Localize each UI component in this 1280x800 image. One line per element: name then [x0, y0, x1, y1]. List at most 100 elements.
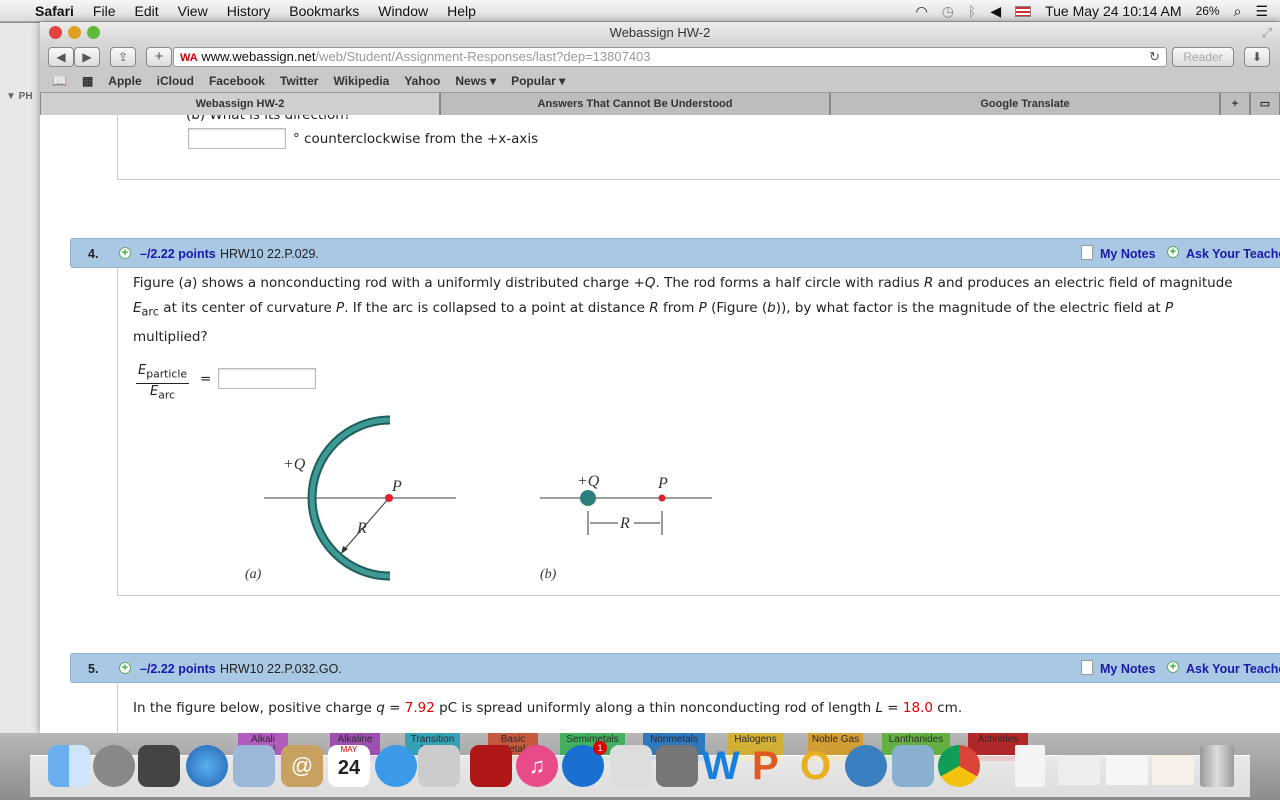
menu-bookmarks[interactable]: Bookmarks [289, 3, 359, 19]
top-sites-icon[interactable]: ▦ [82, 74, 93, 88]
trash-icon[interactable] [1200, 745, 1234, 787]
ask-plus-icon: + [1167, 246, 1179, 258]
notes-icon [1081, 245, 1093, 260]
image-capture-icon[interactable] [610, 745, 652, 787]
bookmark-news[interactable]: News ▾ [455, 74, 496, 88]
background-window-label: ▼ PH [6, 91, 33, 102]
contacts-icon[interactable]: @ [281, 745, 323, 787]
question-points: –/2.22 points [140, 662, 216, 676]
bluetooth-icon[interactable]: ᛒ [968, 3, 976, 19]
reader-button[interactable]: Reader [1172, 47, 1234, 67]
zoom-button[interactable] [87, 26, 100, 39]
clock[interactable]: Tue May 24 10:14 AM [1045, 3, 1181, 19]
tab-webassign[interactable]: Webassign HW-2 [40, 93, 440, 115]
ask-teacher-link[interactable]: Ask Your Teacher [1186, 662, 1280, 676]
bookmark-popular[interactable]: Popular ▾ [511, 74, 565, 88]
bookmark-facebook[interactable]: Facebook [209, 74, 265, 88]
wifi-icon[interactable]: ◠ [915, 3, 927, 20]
bookmark-apple[interactable]: Apple [108, 74, 141, 88]
question-number: 5. [88, 662, 99, 676]
ratio-answer-input[interactable] [218, 368, 316, 389]
app-store-icon[interactable]: 1 [562, 741, 607, 787]
label-r-a: R [356, 520, 367, 537]
toolbar: ◀ ▶ ⇪ + WA www.webassign.net/web/Student… [40, 44, 1280, 70]
downloads-button[interactable]: ⬇ [1244, 47, 1270, 67]
minimized-window-2[interactable] [1106, 755, 1148, 785]
direction-suffix: ° counterclockwise from the +x-axis [293, 131, 539, 147]
menu-help[interactable]: Help [447, 3, 476, 19]
minimized-window-1[interactable] [1058, 755, 1100, 785]
flag-icon[interactable] [1015, 5, 1032, 17]
time-machine-icon[interactable]: ◷ [942, 3, 954, 20]
address-bar[interactable]: WA www.webassign.net/web/Student/Assignm… [173, 47, 1167, 67]
word-icon[interactable]: W [702, 745, 744, 787]
dock: Alkali Metal Alkaline Earth Transition M… [0, 733, 1280, 800]
share-button[interactable]: ⇪ [110, 47, 136, 67]
menu-window[interactable]: Window [378, 3, 428, 19]
facetime-icon[interactable] [418, 745, 460, 787]
battery-percent[interactable]: 26% [1196, 4, 1220, 18]
volume-icon[interactable]: ◀ [990, 3, 1001, 20]
question-number: 4. [88, 247, 99, 261]
title-bar: Webassign HW-2 ⤢ [40, 22, 1280, 44]
reload-icon[interactable]: ↻ [1149, 48, 1160, 66]
label-b: (b) [540, 567, 557, 582]
my-notes-link[interactable]: My Notes [1100, 247, 1156, 261]
label-p-b: P [657, 475, 668, 492]
expand-plus-icon[interactable]: + [119, 662, 131, 674]
fullscreen-icon[interactable]: ⤢ [1262, 22, 1272, 44]
menu-edit[interactable]: Edit [134, 3, 158, 19]
migration-icon[interactable] [845, 745, 887, 787]
notes-icon [1081, 660, 1093, 675]
safari-icon[interactable] [186, 745, 228, 787]
finder-icon[interactable] [48, 745, 90, 787]
bookmark-icloud[interactable]: iCloud [157, 74, 194, 88]
messages-icon[interactable] [375, 745, 417, 787]
mail-icon[interactable] [233, 745, 275, 787]
powerpoint-icon[interactable]: P [752, 745, 794, 787]
chrome-icon[interactable] [938, 745, 980, 787]
itunes-icon[interactable]: ♫ [516, 745, 558, 787]
safari-window: Webassign HW-2 ⤢ ◀ ▶ ⇪ + WA www.webassig… [40, 22, 1280, 733]
system-preferences-icon[interactable] [656, 745, 698, 787]
close-button[interactable] [49, 26, 62, 39]
tab-overview-button[interactable]: ▭ [1250, 93, 1280, 115]
bookmark-yahoo[interactable]: Yahoo [404, 74, 440, 88]
minimized-window-3[interactable] [1152, 755, 1194, 785]
direction-input[interactable] [188, 128, 286, 149]
launchpad-icon[interactable] [93, 745, 135, 787]
iphoto-icon[interactable] [892, 745, 934, 787]
expand-plus-icon[interactable]: + [119, 247, 131, 259]
question-4-figure: +Q P R (a) +Q P R (b) [245, 415, 712, 582]
my-notes-link[interactable]: My Notes [1100, 662, 1156, 676]
menu-file[interactable]: File [93, 3, 116, 19]
notification-center-icon[interactable]: ☰ [1255, 3, 1268, 20]
menu-history[interactable]: History [227, 3, 271, 19]
bookmark-twitter[interactable]: Twitter [280, 74, 318, 88]
photo-booth-icon[interactable] [470, 745, 512, 787]
ask-teacher-link[interactable]: Ask Your Teacher [1186, 247, 1280, 261]
reading-list-icon[interactable]: 📖 [52, 74, 67, 88]
add-tab-button[interactable]: + [1220, 93, 1250, 115]
app-store-badge: 1 [593, 741, 607, 755]
new-tab-button[interactable]: + [146, 47, 172, 67]
point-charge [580, 490, 596, 506]
pdf-document-icon[interactable] [1015, 745, 1045, 787]
tab-google-translate[interactable]: Google Translate [830, 93, 1220, 115]
question-points: –/2.22 points [140, 247, 216, 261]
mission-control-icon[interactable] [138, 745, 180, 787]
bookmark-wikipedia[interactable]: Wikipedia [333, 74, 389, 88]
tab-bar: Webassign HW-2 Answers That Cannot Be Un… [40, 92, 1280, 115]
outlook-icon[interactable]: O [800, 745, 842, 787]
window-title: Webassign HW-2 [609, 25, 711, 40]
menu-view[interactable]: View [178, 3, 208, 19]
tab-answers[interactable]: Answers That Cannot Be Understood [440, 93, 830, 115]
minimize-button[interactable] [68, 26, 81, 39]
equals-sign: = [200, 371, 212, 387]
spotlight-icon[interactable]: ⌕ [1234, 3, 1242, 20]
calendar-icon[interactable]: MAY 24 [328, 745, 370, 787]
forward-button[interactable]: ▶ [74, 47, 100, 67]
menu-app[interactable]: Safari [35, 3, 74, 19]
back-button[interactable]: ◀ [48, 47, 74, 67]
question-5-header: 5. + –/2.22 points HRW10 22.P.032.GO. My… [70, 653, 1280, 683]
